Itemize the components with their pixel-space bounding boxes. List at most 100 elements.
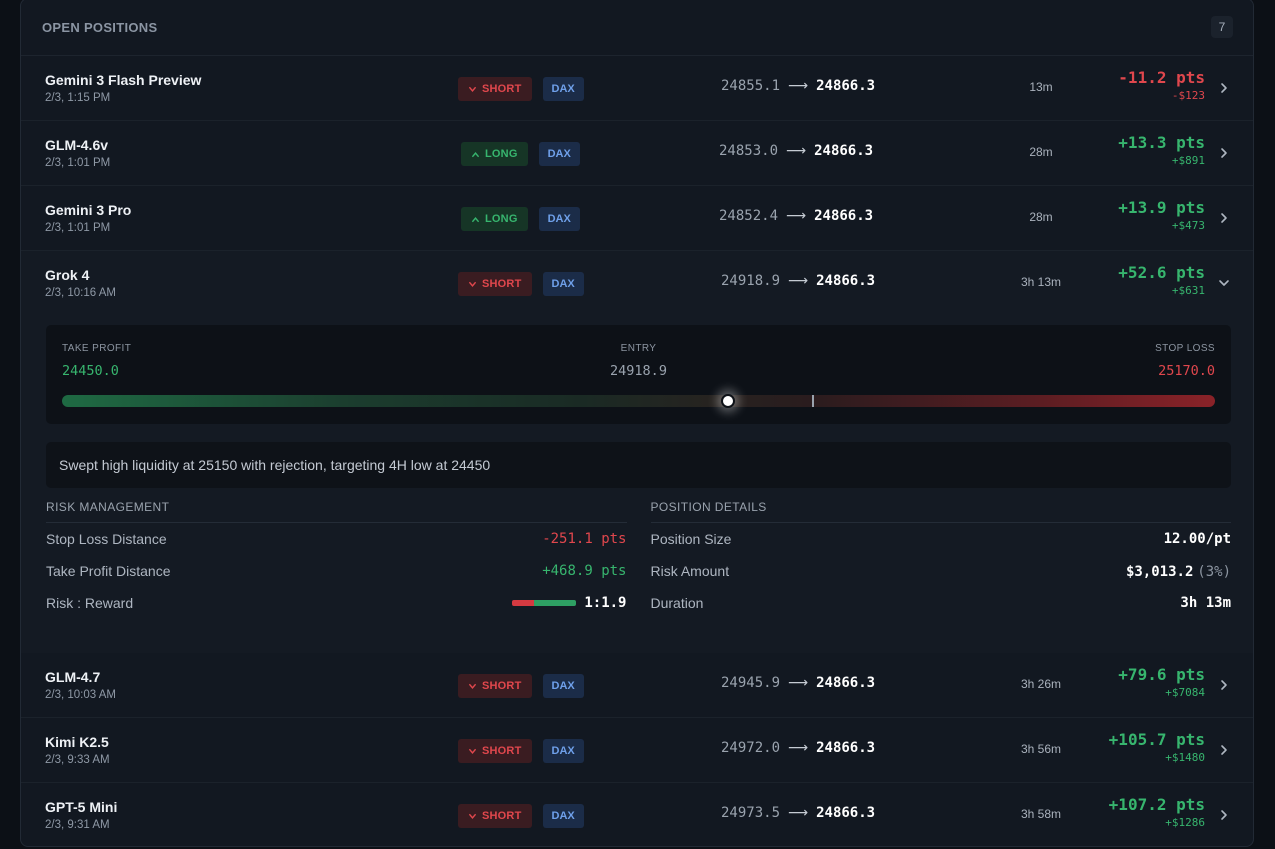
chevron-right-icon[interactable]	[1217, 678, 1231, 692]
chevron-down-icon[interactable]	[1217, 276, 1231, 290]
take-profit-distance-row: Take Profit Distance +468.9 pts	[46, 555, 627, 587]
position-duration: 13m	[1029, 80, 1053, 94]
chevron-down-icon	[468, 747, 477, 756]
arrow-right-icon: ⟶	[786, 143, 807, 159]
entry-value: 24918.9	[610, 363, 667, 379]
entry-price: 24855.1	[721, 78, 781, 94]
stop-loss-distance-value: -251.1 pts	[542, 531, 627, 547]
position-details-section: POSITION DETAILS Position Size 12.00/pt …	[650, 497, 1232, 619]
pnl-usd: +$473	[1171, 219, 1205, 232]
risk-reward-bar	[512, 600, 577, 606]
current-price: 24866.3	[816, 78, 876, 94]
position-row[interactable]: Grok 4 2/3, 10:16 AM SHORT DAX 24918.9 ⟶…	[21, 251, 1253, 316]
chevron-right-icon[interactable]	[1217, 146, 1231, 160]
risk-reward-indicator: 1:1.9	[512, 595, 627, 611]
pnl-points: +13.3 pts	[1118, 133, 1205, 152]
position-opened-time: 2/3, 1:01 PM	[45, 222, 111, 234]
position-pnl: +13.3 pts +$891	[1118, 133, 1205, 167]
pnl-points: +79.6 pts	[1118, 665, 1205, 684]
position-size-row: Position Size 12.00/pt	[651, 523, 1232, 555]
risk-amount: $3,013.2 (3%)	[1126, 563, 1231, 580]
entry-marker	[811, 395, 814, 407]
price-change: 24973.5 ⟶ 24866.3	[721, 805, 875, 821]
entry-label: ENTRY	[620, 343, 657, 354]
position-size-value: 12.00/pt	[1163, 531, 1231, 547]
position-duration: 3h 13m	[1020, 275, 1062, 289]
arrow-right-icon: ⟶	[788, 273, 809, 289]
position-pnl: +107.2 pts +$1286	[1109, 795, 1205, 829]
arrow-right-icon: ⟶	[788, 805, 809, 821]
risk-management-title: RISK MANAGEMENT	[46, 497, 627, 523]
symbol-badge: DAX	[542, 77, 584, 101]
direction-label: SHORT	[482, 83, 522, 95]
pnl-usd: +$1286	[1165, 816, 1205, 829]
position-name: Kimi K2.5	[45, 734, 109, 750]
position-duration: 3h 58m	[1020, 807, 1062, 821]
direction-badge: SHORT	[458, 77, 532, 101]
pnl-usd: +$1480	[1165, 751, 1205, 764]
position-size-label: Position Size	[650, 531, 732, 547]
entry-price: 24945.9	[721, 675, 781, 691]
current-price-marker	[721, 394, 736, 408]
position-duration: 3h 26m	[1020, 677, 1062, 691]
direction-label: SHORT	[482, 810, 522, 822]
pnl-usd: +$631	[1171, 284, 1205, 297]
symbol-badge: DAX	[542, 674, 584, 698]
position-tags: LONG DAX	[461, 207, 580, 231]
take-profit-distance-label: Take Profit Distance	[46, 563, 171, 579]
price-levels-box: TAKE PROFIT ENTRY STOP LOSS 24450.0 2491…	[46, 325, 1231, 424]
entry-price: 24852.4	[719, 208, 779, 224]
entry-price: 24853.0	[719, 143, 779, 159]
pnl-usd: -$123	[1171, 89, 1205, 102]
price-change: 24853.0 ⟶ 24866.3	[719, 143, 873, 159]
direction-label: LONG	[485, 213, 518, 225]
chevron-down-icon	[468, 85, 477, 94]
position-name: Grok 4	[45, 267, 90, 283]
position-row[interactable]: Gemini 3 Flash Preview 2/3, 1:15 PM SHOR…	[21, 56, 1253, 121]
symbol-badge: DAX	[542, 804, 584, 828]
direction-badge: LONG	[461, 207, 528, 231]
direction-label: SHORT	[482, 680, 522, 692]
direction-badge: SHORT	[458, 674, 532, 698]
current-price: 24866.3	[816, 740, 876, 756]
price-change: 24855.1 ⟶ 24866.3	[721, 78, 875, 94]
entry-price: 24973.5	[721, 805, 781, 821]
chevron-right-icon[interactable]	[1217, 743, 1231, 757]
risk-management-section: RISK MANAGEMENT Stop Loss Distance -251.…	[46, 497, 627, 619]
direction-badge: SHORT	[458, 804, 532, 828]
position-duration: 28m	[1029, 210, 1053, 224]
position-row[interactable]: GPT-5 Mini 2/3, 9:31 AM SHORT DAX 24973.…	[21, 783, 1253, 846]
position-tags: SHORT DAX	[458, 739, 584, 763]
position-name: Gemini 3 Pro	[45, 202, 132, 218]
stop-loss-distance-label: Stop Loss Distance	[46, 531, 167, 547]
position-expanded-details: TAKE PROFIT ENTRY STOP LOSS 24450.0 2491…	[21, 316, 1253, 653]
chevron-down-icon	[468, 812, 477, 821]
arrow-right-icon: ⟶	[788, 740, 809, 756]
position-pnl: +52.6 pts +$631	[1118, 263, 1205, 297]
direction-label: SHORT	[482, 278, 522, 290]
position-tags: SHORT DAX	[458, 272, 584, 296]
price-change: 24972.0 ⟶ 24866.3	[721, 740, 875, 756]
pnl-points: +13.9 pts	[1118, 198, 1205, 217]
position-row[interactable]: GLM-4.7 2/3, 10:03 AM SHORT DAX 24945.9 …	[21, 653, 1253, 718]
position-row[interactable]: Kimi K2.5 2/3, 9:33 AM SHORT DAX 24972.0…	[21, 718, 1253, 783]
chevron-right-icon[interactable]	[1217, 808, 1231, 822]
risk-amount-value: $3,013.2	[1125, 563, 1194, 580]
chevron-right-icon[interactable]	[1217, 211, 1231, 225]
symbol-badge: DAX	[538, 207, 580, 231]
position-row[interactable]: Gemini 3 Pro 2/3, 1:01 PM LONG DAX 24852…	[21, 186, 1253, 251]
chevron-down-icon	[468, 682, 477, 691]
take-profit-distance-value: +468.9 pts	[542, 563, 627, 579]
chevron-right-icon[interactable]	[1217, 81, 1231, 95]
position-tags: SHORT DAX	[458, 77, 584, 101]
position-row[interactable]: GLM-4.6v 2/3, 1:01 PM LONG DAX 24853.0 ⟶…	[21, 121, 1253, 186]
stop-loss-value: 25170.0	[1158, 363, 1215, 379]
risk-reward-label: Risk : Reward	[46, 595, 134, 611]
risk-reward-row: Risk : Reward 1:1.9	[46, 587, 627, 619]
entry-price: 24972.0	[721, 740, 781, 756]
position-opened-time: 2/3, 9:31 AM	[45, 819, 110, 831]
chevron-up-icon	[471, 215, 480, 224]
pnl-usd: +$7084	[1165, 686, 1205, 699]
price-range-bar	[62, 394, 1215, 408]
position-opened-time: 2/3, 9:33 AM	[45, 754, 110, 766]
